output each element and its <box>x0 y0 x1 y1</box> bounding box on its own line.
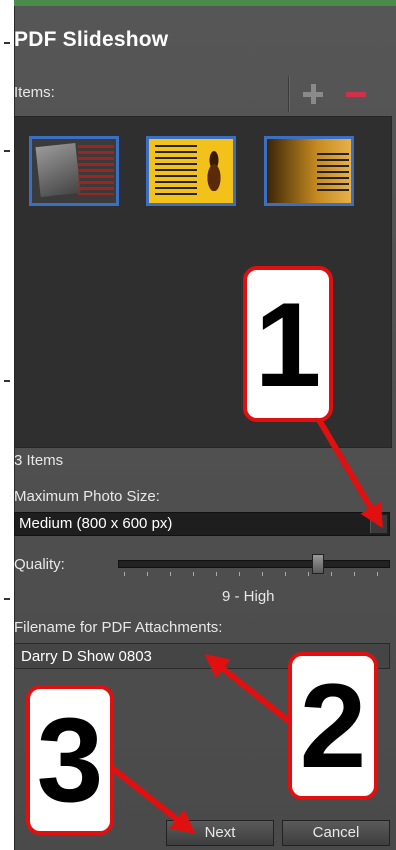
slider-tick <box>285 572 286 576</box>
thumbnail-text-graphic <box>155 145 197 197</box>
page: PDF Slideshow Items: 3 Items Maximum Pho… <box>0 0 396 850</box>
photo-size-select[interactable]: Medium (800 x 600 px) <box>14 512 390 536</box>
quality-value: 9 - High <box>222 588 275 605</box>
slider-tick <box>124 572 125 576</box>
slider-tick <box>331 572 332 576</box>
slider-tick <box>308 572 309 576</box>
plus-icon[interactable] <box>303 84 323 104</box>
callout-3: 3 <box>26 685 114 835</box>
slider-tick <box>239 572 240 576</box>
slider-tick <box>170 572 171 576</box>
margin-mark <box>4 598 10 600</box>
thumbnail-text-graphic <box>78 145 114 195</box>
cancel-button[interactable]: Cancel <box>282 820 390 846</box>
slider-tick <box>377 572 378 576</box>
toolbar-divider <box>288 76 290 112</box>
callout-2: 2 <box>288 652 378 800</box>
quality-label: Quality: <box>14 556 65 573</box>
minus-icon[interactable] <box>346 92 366 97</box>
next-button[interactable]: Next <box>166 820 274 846</box>
items-label: Items: <box>14 84 55 101</box>
photo-size-label: Maximum Photo Size: <box>14 488 160 505</box>
quality-slider-handle[interactable] <box>312 554 324 574</box>
photo-size-value: Medium (800 x 600 px) <box>19 515 173 532</box>
photo-thumbnail-1[interactable] <box>29 136 119 206</box>
slider-tick <box>193 572 194 576</box>
thumbnail-image <box>199 147 229 191</box>
photo-thumbnail-3[interactable] <box>264 136 354 206</box>
margin-mark <box>4 150 10 152</box>
thumbnail-image <box>35 143 81 197</box>
items-count: 3 Items <box>14 452 64 469</box>
panel-title: PDF Slideshow <box>14 28 169 51</box>
quality-slider[interactable] <box>118 560 390 568</box>
photo-thumbnail-2[interactable] <box>146 136 236 206</box>
slider-tick <box>354 572 355 576</box>
slider-tick <box>216 572 217 576</box>
margin-mark <box>4 42 10 44</box>
margin-mark <box>4 380 10 382</box>
slider-tick <box>262 572 263 576</box>
chevron-down-icon[interactable] <box>370 515 387 533</box>
callout-1: 1 <box>243 266 333 422</box>
thumbnail-text-graphic <box>317 153 349 193</box>
filename-label: Filename for PDF Attachments: <box>14 619 223 636</box>
slider-tick <box>147 572 148 576</box>
